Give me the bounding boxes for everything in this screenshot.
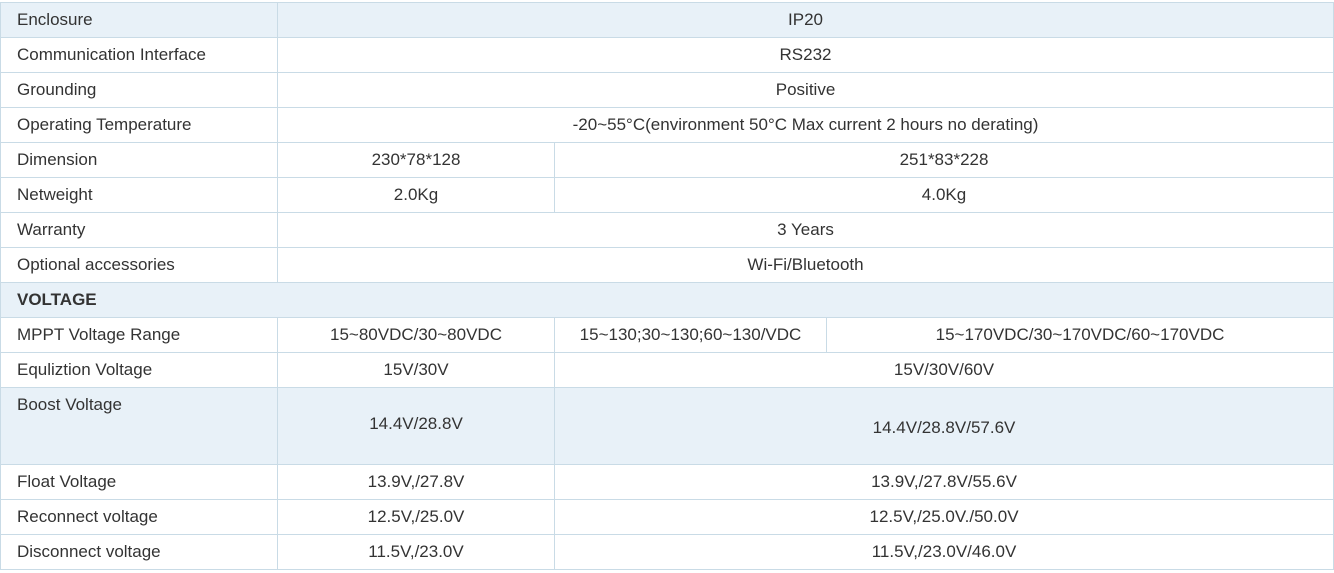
row-value-model-c: 15~170VDC/30~170VDC/60~170VDC bbox=[825, 317, 1334, 353]
row-netweight: Netweight 2.0Kg 4.0Kg bbox=[0, 177, 1334, 213]
row-value-large: 251*83*228 bbox=[553, 142, 1334, 178]
row-disconnect-voltage: Disconnect voltage 11.5V,/23.0V 11.5V,/2… bbox=[0, 534, 1334, 570]
row-value-text: 14.4V/28.8V bbox=[369, 414, 463, 433]
row-value-large: 11.5V,/23.0V/46.0V bbox=[553, 534, 1334, 570]
row-boost-voltage: Boost Voltage 14.4V/28.8V 14.4V/28.8V/57… bbox=[0, 387, 1334, 465]
row-value-large: 4.0Kg bbox=[553, 177, 1334, 213]
section-heading-voltage: VOLTAGE bbox=[0, 282, 1334, 318]
row-optional-accessories: Optional accessories Wi-Fi/Bluetooth bbox=[0, 247, 1334, 283]
row-value: 3 Years bbox=[276, 212, 1334, 248]
row-label: Enclosure bbox=[0, 2, 278, 38]
row-label: Disconnect voltage bbox=[0, 534, 278, 570]
row-label: Operating Temperature bbox=[0, 107, 278, 143]
row-value: -20~55°C(environment 50°C Max current 2 … bbox=[276, 107, 1334, 143]
row-label: Grounding bbox=[0, 72, 278, 108]
row-label: Dimension bbox=[0, 142, 278, 178]
row-value-model-a: 15~80VDC/30~80VDC bbox=[277, 317, 555, 353]
row-value-small: 230*78*128 bbox=[277, 142, 555, 178]
row-value-small: 15V/30V bbox=[277, 352, 555, 388]
row-value-small: 14.4V/28.8V bbox=[277, 387, 555, 465]
row-value-text: 14.4V/28.8V/57.6V bbox=[872, 418, 1016, 437]
row-value-small: 13.9V,/27.8V bbox=[277, 464, 555, 500]
row-value-large: 15V/30V/60V bbox=[553, 352, 1334, 388]
row-value-model-b: 15~130;30~130;60~130/VDC bbox=[554, 317, 827, 353]
row-warranty: Warranty 3 Years bbox=[0, 212, 1334, 248]
row-label: Equliztion Voltage bbox=[0, 352, 278, 388]
row-label: Communication Interface bbox=[0, 37, 278, 73]
row-label: MPPT Voltage Range bbox=[0, 317, 278, 353]
row-equliztion-voltage: Equliztion Voltage 15V/30V 15V/30V/60V bbox=[0, 352, 1334, 388]
row-dimension: Dimension 230*78*128 251*83*228 bbox=[0, 142, 1334, 178]
row-value-small: 11.5V,/23.0V bbox=[277, 534, 555, 570]
row-label: Boost Voltage bbox=[0, 387, 278, 465]
row-grounding: Grounding Positive bbox=[0, 72, 1334, 108]
row-value: IP20 bbox=[276, 2, 1334, 38]
row-reconnect-voltage: Reconnect voltage 12.5V,/25.0V 12.5V,/25… bbox=[0, 499, 1334, 535]
section-heading: VOLTAGE bbox=[0, 282, 1334, 318]
row-value: Positive bbox=[276, 72, 1334, 108]
row-value-small: 2.0Kg bbox=[277, 177, 555, 213]
row-label: Warranty bbox=[0, 212, 278, 248]
spec-table: Enclosure IP20 Communication Interface R… bbox=[0, 2, 1334, 570]
row-label: Reconnect voltage bbox=[0, 499, 278, 535]
row-value-large: 14.4V/28.8V/57.6V bbox=[553, 387, 1334, 465]
row-value-large: 12.5V,/25.0V./50.0V bbox=[553, 499, 1334, 535]
row-communication-interface: Communication Interface RS232 bbox=[0, 37, 1334, 73]
row-enclosure: Enclosure IP20 bbox=[0, 2, 1334, 38]
row-value-large: 13.9V,/27.8V/55.6V bbox=[553, 464, 1334, 500]
row-label: Optional accessories bbox=[0, 247, 278, 283]
row-mppt-voltage-range: MPPT Voltage Range 15~80VDC/30~80VDC 15~… bbox=[0, 317, 1334, 353]
row-value: RS232 bbox=[276, 37, 1334, 73]
row-value-small: 12.5V,/25.0V bbox=[277, 499, 555, 535]
row-label: Netweight bbox=[0, 177, 278, 213]
row-label: Float Voltage bbox=[0, 464, 278, 500]
row-operating-temperature: Operating Temperature -20~55°C(environme… bbox=[0, 107, 1334, 143]
row-float-voltage: Float Voltage 13.9V,/27.8V 13.9V,/27.8V/… bbox=[0, 464, 1334, 500]
row-value: Wi-Fi/Bluetooth bbox=[276, 247, 1334, 283]
